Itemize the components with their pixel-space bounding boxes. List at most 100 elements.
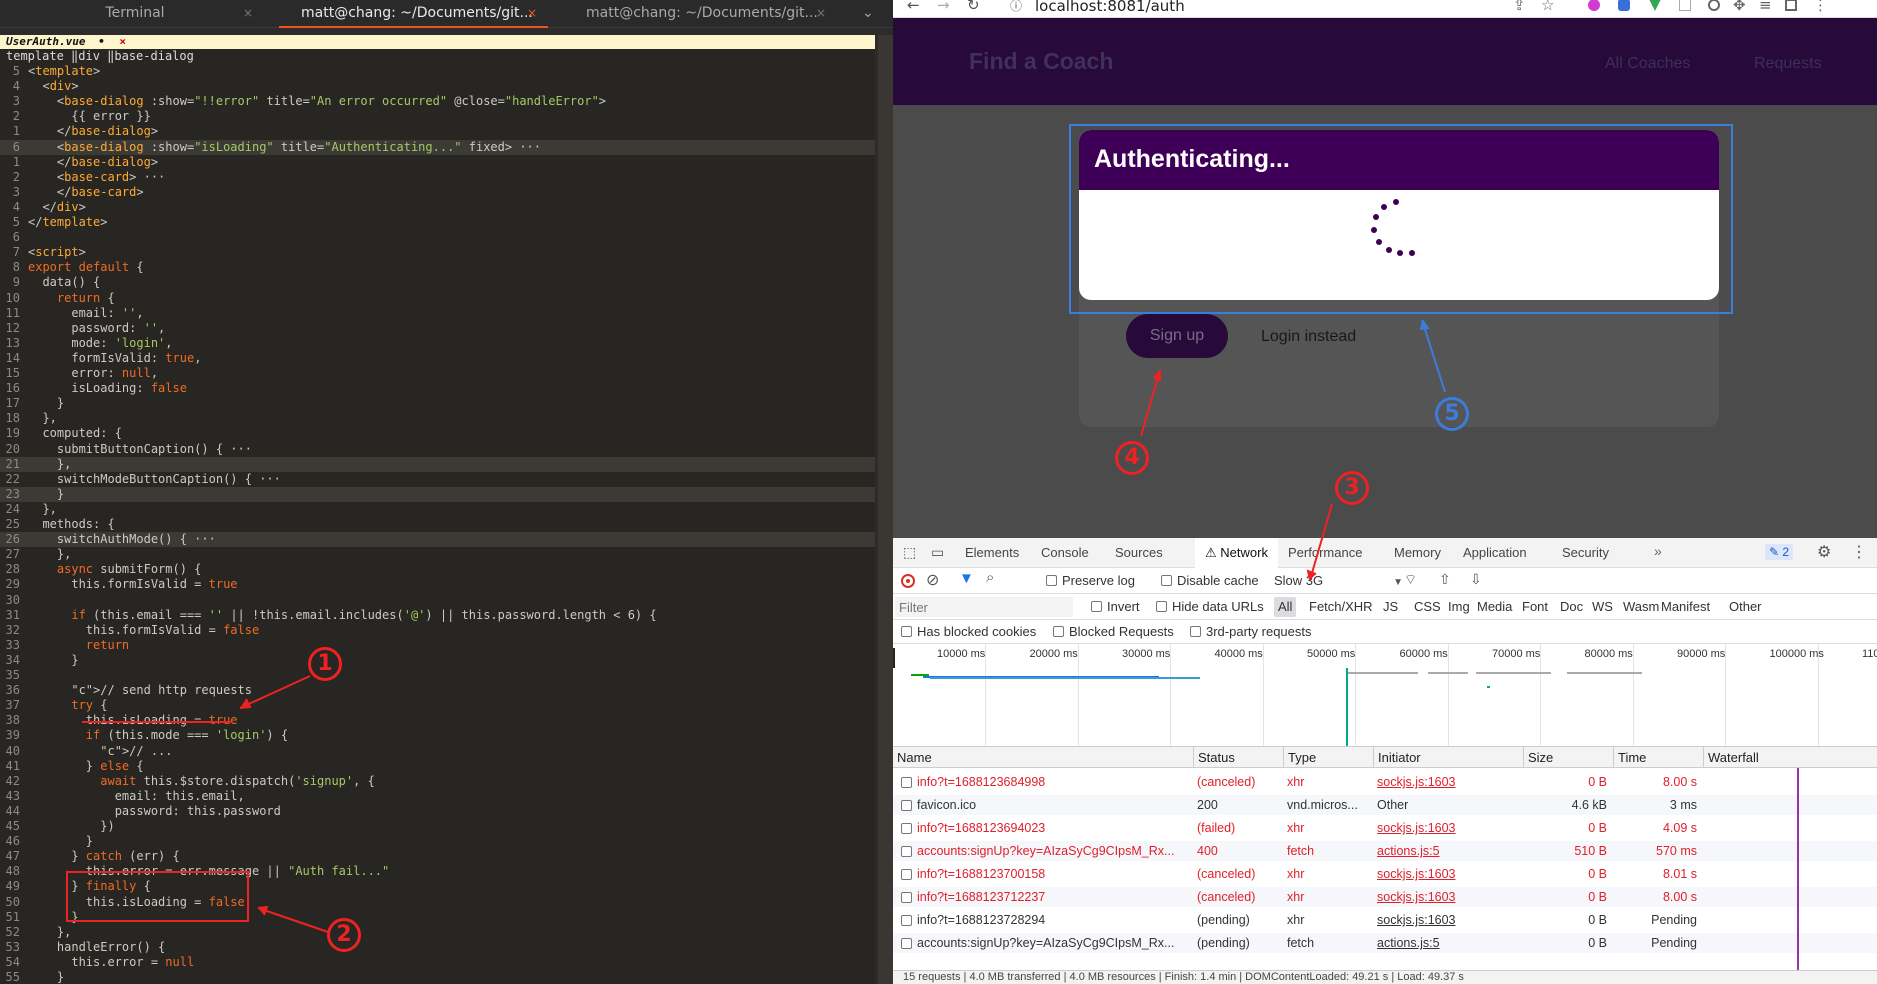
app-brand[interactable]: Find a Coach: [969, 48, 1113, 75]
tab-elements[interactable]: Elements: [965, 538, 1019, 568]
extension-icon[interactable]: [1588, 0, 1600, 11]
login-instead-button[interactable]: Login instead: [1261, 328, 1356, 346]
third-party-checkbox[interactable]: 3rd-party requests: [1190, 620, 1312, 644]
code-line[interactable]: 20 submitButtonCaption() { ···: [0, 442, 875, 457]
filter-icon[interactable]: ▼: [959, 570, 974, 587]
code-line[interactable]: 38 this.isLoading = true: [0, 713, 875, 728]
code-line[interactable]: 24 },: [0, 502, 875, 517]
column-header-name[interactable]: Name: [893, 747, 1193, 769]
type-filter-img[interactable]: Img: [1448, 594, 1470, 620]
request-row[interactable]: favicon.ico 200 vnd.micros... Other 4.6 kB 3 …: [893, 795, 1877, 815]
download-icon[interactable]: ⇩: [1470, 571, 1482, 588]
code-line[interactable]: 6 <base-dialog :show="isLoading" title="…: [0, 139, 875, 155]
request-row[interactable]: accounts:signUp?key=AIzaSyCg9CIpsM_Rx...…: [893, 841, 1877, 861]
column-header-size[interactable]: Size: [1523, 747, 1613, 769]
code-editor[interactable]: UserAuth.vue • × template ‖‎div ‖‎base-d…: [0, 35, 875, 984]
upload-icon[interactable]: ⇧: [1439, 571, 1451, 588]
code-line[interactable]: 1 </base-dialog>: [0, 124, 875, 139]
close-icon[interactable]: ×: [816, 0, 826, 26]
close-icon[interactable]: ×: [119, 35, 126, 48]
nav-all-coaches[interactable]: All Coaches: [1605, 55, 1690, 73]
request-row[interactable]: info?t=1688123700158 (canceled) xhr sockjs.…: [893, 864, 1877, 884]
code-line[interactable]: 43 email: this.email,: [0, 789, 875, 804]
editor-scrollbar[interactable]: [878, 35, 893, 984]
code-line[interactable]: 18 },: [0, 411, 875, 426]
code-line[interactable]: 10 return {: [0, 291, 875, 306]
tab-memory[interactable]: Memory: [1394, 538, 1441, 568]
column-header-waterfall[interactable]: Waterfall: [1703, 747, 1877, 769]
code-line[interactable]: 5 <template>: [0, 64, 875, 79]
code-line[interactable]: 33 return: [0, 638, 875, 653]
terminal-tab[interactable]: Terminal ×: [0, 0, 270, 28]
request-row[interactable]: info?t=1688123712237 (canceled) xhr sockjs.…: [893, 887, 1877, 907]
signup-button[interactable]: Sign up: [1126, 314, 1228, 358]
code-line[interactable]: 34 }: [0, 653, 875, 668]
type-filter-ws[interactable]: WS: [1592, 594, 1613, 620]
type-filter-other[interactable]: Other: [1729, 594, 1762, 620]
has-blocked-cookies-checkbox[interactable]: Has blocked cookies: [901, 620, 1036, 644]
request-row[interactable]: info?t=1688123694023 (failed) xhr sockjs.js…: [893, 818, 1877, 838]
code-line[interactable]: 26 switchAuthMode() { ···: [0, 532, 875, 548]
back-icon[interactable]: ←: [907, 0, 920, 14]
share-icon[interactable]: ⇪: [1513, 0, 1526, 14]
code-line[interactable]: 27 },: [0, 547, 875, 562]
code-line[interactable]: 4 <div>: [0, 79, 875, 94]
close-icon[interactable]: ×: [243, 0, 253, 26]
code-line[interactable]: 53 handleError() {: [0, 940, 875, 955]
tab-console[interactable]: Console: [1041, 538, 1089, 568]
timeline-overview[interactable]: 10000 ms 20000 ms 30000 ms 40000 ms 50000 ms…: [893, 644, 1877, 746]
terminal-tab[interactable]: matt@chang: ~/Documents/git... ×: [558, 0, 846, 28]
throttle-select[interactable]: Slow 3G ▼: [1274, 568, 1403, 594]
device-toggle-icon[interactable]: ▭: [931, 544, 944, 561]
vue-devtools-icon[interactable]: [1649, 0, 1661, 11]
code-line[interactable]: 36 "c">// send http requests: [0, 683, 875, 698]
code-line[interactable]: 29 this.formIsValid = true: [0, 577, 875, 592]
bookmark-star-icon[interactable]: ☆: [1541, 0, 1554, 14]
menu-list-icon[interactable]: ≡: [1759, 0, 1772, 14]
info-icon[interactable]: ⓘ: [1010, 0, 1022, 14]
invert-checkbox[interactable]: Invert: [1091, 594, 1140, 620]
code-line[interactable]: 28 async submitForm() {: [0, 562, 875, 577]
hide-data-urls-checkbox[interactable]: Hide data URLs: [1156, 594, 1264, 620]
preserve-log-checkbox[interactable]: Preserve log: [1046, 568, 1135, 594]
chevron-down-icon[interactable]: ⌄: [858, 0, 888, 28]
code-line[interactable]: 8 export default {: [0, 260, 875, 275]
code-line[interactable]: 1 </base-dialog>: [0, 155, 875, 170]
type-filter-font[interactable]: Font: [1522, 594, 1548, 620]
url-field[interactable]: localhost:8081/auth: [1035, 0, 1185, 15]
code-line[interactable]: 5 </template>: [0, 215, 875, 230]
blocked-requests-checkbox[interactable]: Blocked Requests: [1053, 620, 1174, 644]
code-line[interactable]: 32 this.formIsValid = false: [0, 623, 875, 638]
code-line[interactable]: 25 methods: {: [0, 517, 875, 532]
code-line[interactable]: 6: [0, 230, 875, 245]
type-filter-media[interactable]: Media: [1477, 594, 1512, 620]
type-filter-all[interactable]: All: [1274, 597, 1297, 617]
extension-icon[interactable]: [1708, 0, 1720, 11]
tab-network[interactable]: ⚠ Network: [1195, 538, 1278, 568]
type-filter-js[interactable]: JS: [1383, 594, 1398, 620]
puzzle-icon[interactable]: ✥: [1733, 0, 1746, 14]
code-line[interactable]: 52 },: [0, 925, 875, 940]
code-line[interactable]: 37 try {: [0, 698, 875, 713]
code-line[interactable]: 50 this.isLoading = false: [0, 895, 875, 910]
column-header-type[interactable]: Type: [1283, 747, 1373, 769]
reload-icon[interactable]: ↻: [967, 0, 980, 14]
code-line[interactable]: 40 "c">// ...: [0, 744, 875, 759]
type-filter-doc[interactable]: Doc: [1560, 594, 1583, 620]
request-row[interactable]: info?t=1688123728294 (pending) xhr sockjs.j…: [893, 910, 1877, 930]
kebab-menu-icon[interactable]: ⋮: [1851, 542, 1867, 562]
type-filter-manifest[interactable]: Manifest: [1661, 594, 1710, 620]
code-line[interactable]: 22 switchModeButtonCaption() { ···: [0, 472, 875, 487]
code-line[interactable]: 17 }: [0, 396, 875, 411]
code-line[interactable]: 13 mode: 'login',: [0, 336, 875, 351]
type-filter-fetch-xhr[interactable]: Fetch/XHR: [1309, 594, 1373, 620]
close-icon[interactable]: ×: [527, 0, 537, 26]
column-header-time[interactable]: Time: [1613, 747, 1703, 769]
network-conditions-icon[interactable]: ⌔: [1404, 571, 1417, 589]
code-line[interactable]: 47 } catch (err) {: [0, 849, 875, 864]
code-line[interactable]: 30: [0, 593, 875, 608]
issues-badge[interactable]: ✎ 2: [1765, 544, 1794, 560]
code-line[interactable]: 7 <script>: [0, 245, 875, 260]
code-line[interactable]: 42 await this.$store.dispatch('signup', …: [0, 774, 875, 789]
code-line[interactable]: 2 <base-card> ···: [0, 170, 875, 185]
